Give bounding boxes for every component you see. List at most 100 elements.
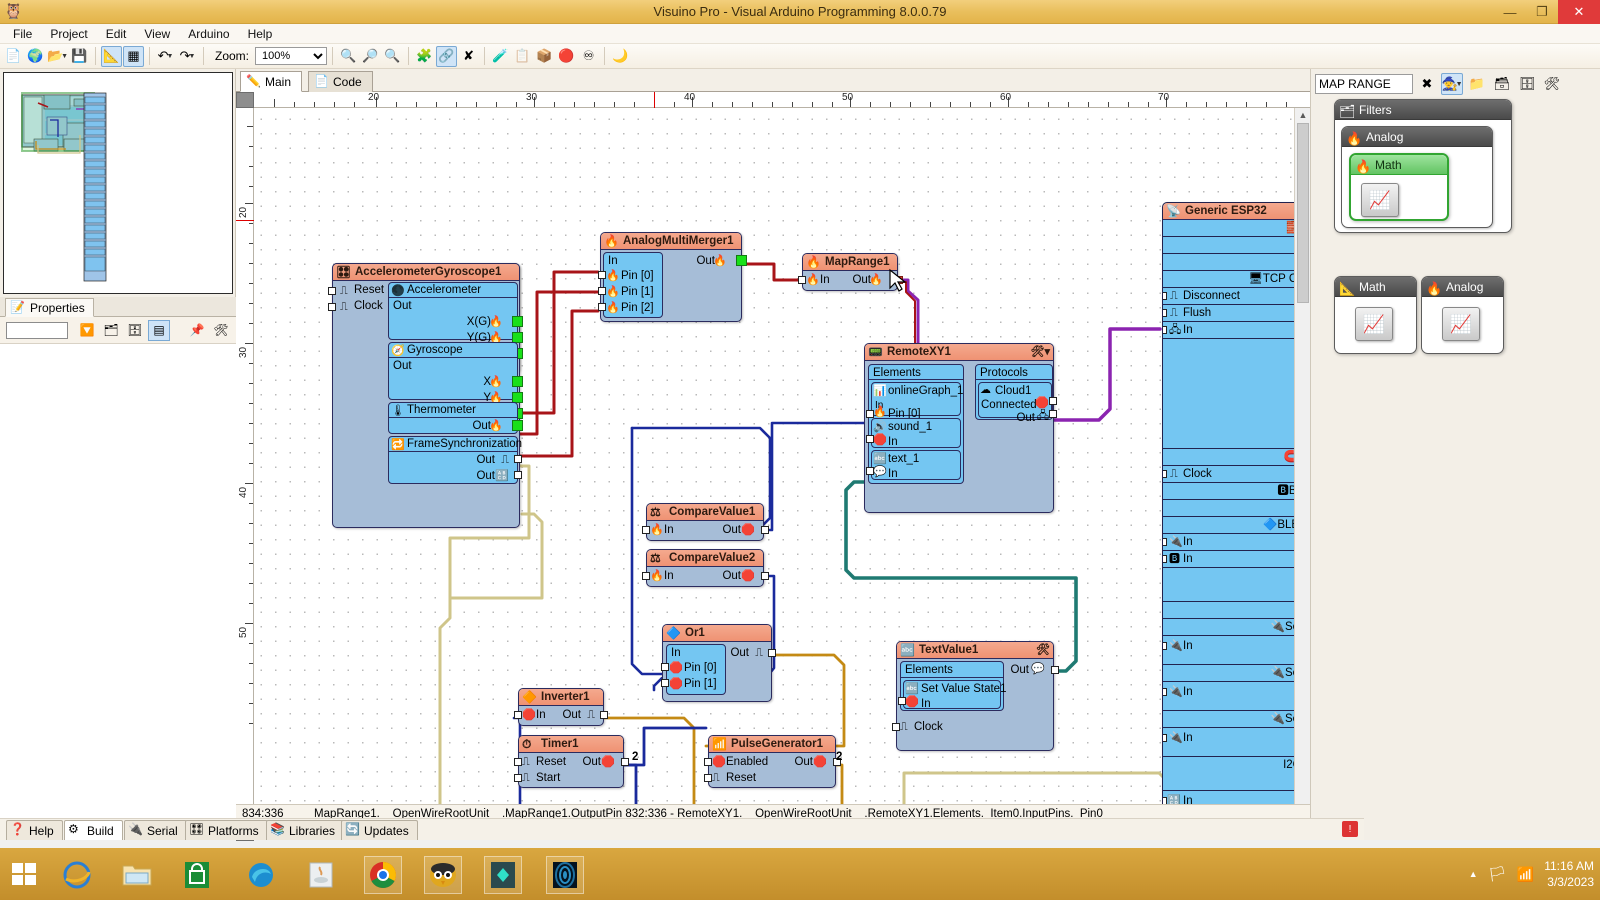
maximize-button[interactable]: ❐: [1526, 0, 1558, 24]
pin-clock[interactable]: [1163, 470, 1167, 478]
filter-properties-button[interactable]: 🔽: [76, 320, 98, 341]
block-maprange1[interactable]: 🔥 MapRange1 🔥 In Out 🔥: [798, 253, 903, 291]
taskbar-clock[interactable]: 11:16 AM 3/3/2023: [1544, 858, 1594, 890]
component-maprange-tile[interactable]: 📈: [1442, 307, 1480, 341]
block-or1[interactable]: 🔷 Or1 In 🛑 Pin [0] 🛑 Pin [1] Out ⎍: [661, 624, 776, 702]
pin-out-or[interactable]: [768, 649, 776, 657]
group-math-selected[interactable]: 🔥 Math 📈: [1349, 153, 1449, 221]
protocol-cloud1[interactable]: ☁ Cloud1 Connected 🛑 Out 🖧: [978, 382, 1057, 424]
block-tools-icon[interactable]: 🛠▾: [1031, 344, 1051, 361]
menu-arduino[interactable]: Arduino: [179, 25, 238, 43]
windows-start-icon[interactable]: [0, 848, 48, 900]
pin-out-x[interactable]: [512, 376, 523, 387]
open-recent-button[interactable]: 📂 ▼: [47, 46, 68, 67]
element-set-value-state[interactable]: 🔤 Set Value State1 🛑 In: [898, 680, 1006, 710]
clear-search-button[interactable]: ✖: [1416, 73, 1438, 95]
group-filters[interactable]: 🗂 Filters 🔥 Analog 🔥 Math 📈: [1334, 99, 1512, 233]
block-remotexy1[interactable]: 📟 RemoteXY1 🛠▾ Elements 📊 onlineGraph_1: [864, 343, 1057, 513]
group-analog[interactable]: 🔥 Analog 🔥 Math 📈: [1341, 126, 1493, 228]
scroll-up-icon[interactable]: ▲: [1297, 109, 1309, 121]
block-comparevalue2[interactable]: ⚖ CompareValue2 🔥 In Out 🛑: [642, 549, 769, 587]
pin-out-connected[interactable]: [1049, 397, 1057, 405]
zoom-reset-button[interactable]: 🔍: [382, 46, 403, 67]
pin-out-textvalue[interactable]: [1051, 666, 1059, 674]
pin-in-sound[interactable]: [866, 435, 874, 443]
pin-in-or-1[interactable]: [661, 679, 669, 687]
open-project-button[interactable]: 🌍: [25, 46, 46, 67]
categorize-button[interactable]: ▤: [148, 319, 170, 341]
network-error-icon[interactable]: 🏳: [1488, 865, 1507, 883]
pin-ble-in-2[interactable]: [1163, 555, 1167, 563]
pin-in-compare2[interactable]: [642, 572, 650, 580]
bottom-tab-help[interactable]: ❓ Help: [6, 820, 63, 840]
delete-connections-button[interactable]: ✘: [458, 46, 479, 67]
pin-in-timer-reset[interactable]: [514, 758, 522, 766]
pin-in-text[interactable]: [866, 467, 874, 475]
pin-out-framesync-i2c[interactable]: [514, 471, 522, 479]
tab-main[interactable]: ✏️ Main: [240, 71, 303, 92]
pin-in-or-0[interactable]: [661, 663, 669, 671]
show-connections-button[interactable]: 🔗: [436, 45, 458, 67]
element-text[interactable]: 🔤 text_1 💬 In: [866, 450, 961, 480]
chevron-up-icon[interactable]: ▲: [1469, 869, 1478, 879]
error-indicator-icon[interactable]: !: [1342, 821, 1358, 837]
element-online-graph[interactable]: 📊 onlineGraph_1 In 🔥 Pin [0]: [866, 382, 963, 420]
menu-project[interactable]: Project: [41, 25, 96, 43]
redo-button[interactable]: ↷ ▼: [177, 46, 198, 67]
save-project-button[interactable]: 💾: [69, 46, 90, 67]
bottom-tab-build[interactable]: ⚙ Build: [64, 820, 123, 840]
properties-filter-input[interactable]: [6, 321, 68, 339]
minimize-button[interactable]: —: [1494, 0, 1526, 24]
toggle-ruler-button[interactable]: 📐: [101, 45, 122, 67]
zoom-out-button[interactable]: 🔎: [360, 46, 381, 67]
pin-in-pulse-reset[interactable]: [704, 774, 712, 782]
pin-out-thermometer[interactable]: [512, 420, 523, 431]
menu-edit[interactable]: Edit: [97, 25, 136, 43]
panel-options-button[interactable]: 🛠: [210, 320, 232, 341]
collapse-all-button[interactable]: 🗄: [124, 320, 146, 341]
pin-in-compare1[interactable]: [642, 526, 650, 534]
project-navigator-thumbnail[interactable]: [3, 72, 233, 294]
pin-in-inverter[interactable]: [514, 711, 522, 719]
pin-in-graph[interactable]: [866, 410, 874, 418]
pin-out-compare1[interactable]: [761, 526, 769, 534]
tab-code[interactable]: 📄 Code: [308, 71, 373, 92]
pin-ble-in-1[interactable]: [1163, 538, 1167, 546]
menu-help[interactable]: Help: [239, 25, 282, 43]
block-generic-esp32[interactable]: 📡 Generic ESP32 🧱 Modules 📶WiFi Sockets …: [1162, 202, 1294, 825]
pin-socket-in[interactable]: [1163, 326, 1167, 334]
app-diamond-icon[interactable]: [484, 856, 522, 894]
pin-in-set-value-state[interactable]: [898, 697, 906, 705]
pin-reset[interactable]: [328, 287, 336, 295]
microsoft-edge-icon[interactable]: [242, 856, 280, 894]
arrange-components-button[interactable]: 🧩: [414, 46, 435, 67]
pin-out-timer[interactable]: [621, 758, 629, 766]
pin-out-cloud[interactable]: [1049, 410, 1057, 418]
pin-out-inverter[interactable]: [600, 711, 608, 719]
undo-button[interactable]: ↶ ▼: [155, 46, 176, 67]
pin-in-pulse-enabled[interactable]: [704, 758, 712, 766]
component-info-button[interactable]: 🗄: [1516, 73, 1538, 95]
tools-button[interactable]: 🛠: [1541, 73, 1563, 95]
wizard-button[interactable]: 🧙 ▼: [1441, 73, 1463, 95]
app-circles-icon[interactable]: [546, 856, 584, 894]
google-chrome-icon[interactable]: [364, 856, 402, 894]
open-category-button[interactable]: 📁: [1466, 73, 1488, 95]
file-explorer-icon[interactable]: [118, 856, 156, 894]
zoom-select[interactable]: 100%: [255, 47, 328, 65]
signal-bars-icon[interactable]: 📶: [1517, 866, 1534, 883]
pin-flush[interactable]: [1163, 309, 1167, 317]
component-maprange-tile[interactable]: 📈: [1361, 183, 1399, 217]
pin-clock[interactable]: [328, 303, 336, 311]
bottom-tab-updates[interactable]: 🔄 Updates: [341, 820, 418, 840]
internet-explorer-icon[interactable]: [58, 856, 96, 894]
canvas-vertical-scrollbar[interactable]: ▲ ▼: [1294, 108, 1310, 825]
pin-serial2-in[interactable]: [1163, 734, 1167, 742]
block-timer1[interactable]: ⏱ Timer1 ⎍ Reset ⎍ Start Out 🛑: [514, 735, 629, 788]
group-result-analog[interactable]: 🔥 Analog 📈: [1421, 276, 1504, 354]
pin-out-compare2[interactable]: [761, 572, 769, 580]
bottom-tab-serial[interactable]: 🔌 Serial: [124, 820, 187, 840]
block-analogmultimerger1[interactable]: 🔥 AnalogMultiMerger1 In 🔥 Pin [0] 🔥 Pin …: [598, 232, 747, 322]
compile-button[interactable]: 🧪: [490, 46, 511, 67]
toggle-grid-button[interactable]: ▦: [123, 45, 144, 67]
